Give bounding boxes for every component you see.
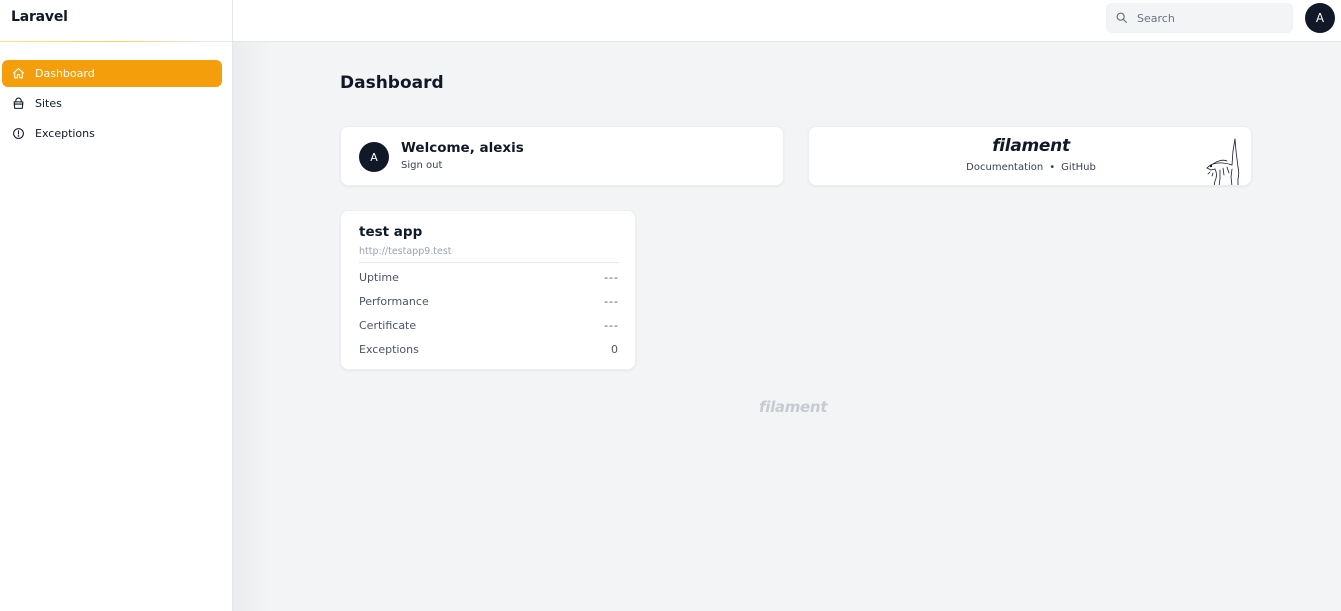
home-icon — [12, 67, 25, 80]
filament-info-card: filament Documentation • GitHub — [808, 126, 1252, 186]
metric-label: Exceptions — [359, 343, 419, 356]
sidebar-item-dashboard[interactable]: Dashboard — [2, 60, 222, 87]
metric-row-certificate: Certificate --- — [359, 319, 619, 332]
metric-row-exceptions: Exceptions 0 — [359, 343, 619, 356]
site-url: http://testapp9.test — [359, 246, 452, 257]
brand-name[interactable]: Laravel — [11, 9, 68, 25]
avatar: A — [359, 142, 389, 172]
sidebar-item-label: Dashboard — [35, 67, 95, 80]
metric-value: --- — [604, 271, 619, 284]
search-input[interactable] — [1137, 11, 1287, 25]
search-icon — [1115, 9, 1128, 28]
github-link[interactable]: GitHub — [1061, 162, 1096, 173]
footer-filament-logo[interactable]: filament — [759, 398, 827, 416]
sidebar-item-sites[interactable]: Sites — [2, 90, 222, 117]
metric-value: --- — [604, 295, 619, 308]
sign-out-button[interactable]: Sign out — [401, 160, 442, 171]
exclamation-circle-icon — [12, 127, 25, 140]
filament-logo[interactable]: filament — [809, 136, 1251, 156]
site-name: test app — [359, 224, 423, 240]
topbar: A — [233, 0, 1341, 42]
sidebar: Laravel Dashboard Sites Exceptions — [0, 0, 233, 611]
sidebar-item-exceptions[interactable]: Exceptions — [2, 120, 222, 147]
welcome-card: A Welcome, alexis Sign out — [340, 126, 784, 186]
documentation-link[interactable]: Documentation — [966, 162, 1043, 173]
metric-label: Certificate — [359, 319, 417, 332]
divider — [359, 262, 619, 263]
sidebar-item-label: Sites — [35, 97, 62, 110]
metric-row-performance: Performance --- — [359, 295, 619, 308]
brand: Laravel — [0, 0, 232, 42]
metric-value: 0 — [611, 343, 619, 356]
link-separator: • — [1049, 162, 1056, 173]
site-card[interactable]: test app http://testapp9.test Uptime ---… — [340, 210, 636, 370]
metric-row-uptime: Uptime --- — [359, 271, 619, 284]
shopping-bag-icon — [12, 97, 25, 110]
main-shadow — [233, 42, 273, 611]
welcome-title: Welcome, alexis — [401, 140, 524, 156]
metric-value: --- — [604, 319, 619, 332]
filament-links: Documentation • GitHub — [809, 162, 1251, 173]
filament-mascot-icon — [1206, 138, 1240, 185]
user-avatar[interactable]: A — [1305, 3, 1335, 33]
sidebar-item-label: Exceptions — [35, 127, 95, 140]
metric-label: Uptime — [359, 271, 399, 284]
sidebar-nav: Dashboard Sites Exceptions — [0, 42, 232, 147]
metric-label: Performance — [359, 295, 429, 308]
search-box[interactable] — [1106, 3, 1293, 33]
page-title: Dashboard — [340, 73, 444, 93]
brand-accent-line — [0, 41, 200, 42]
